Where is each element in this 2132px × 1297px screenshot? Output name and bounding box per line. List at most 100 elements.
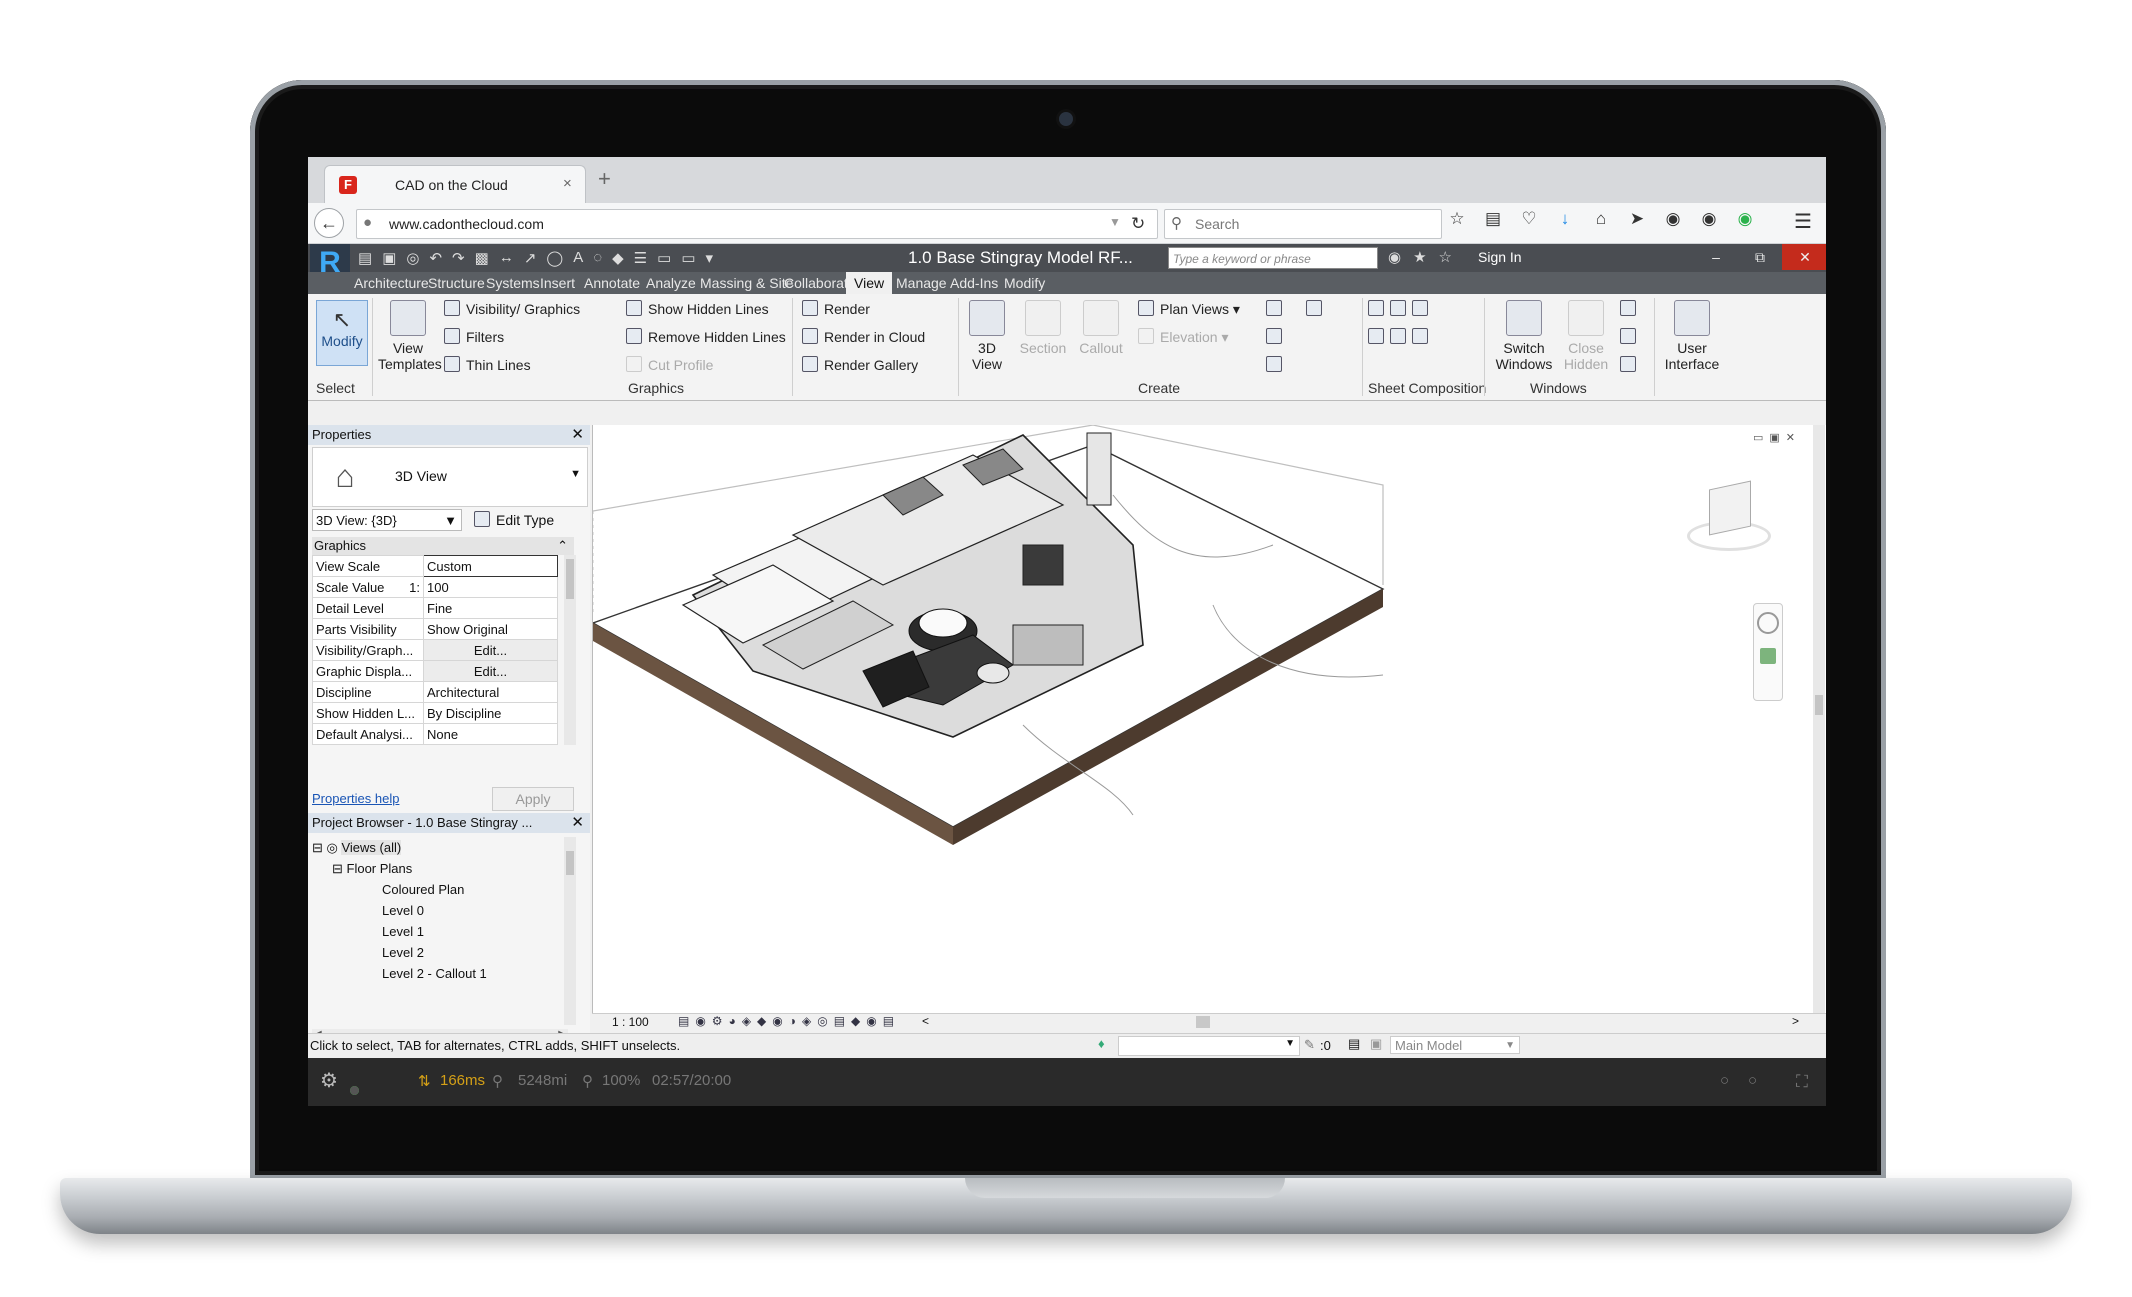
editable-icon[interactable]: ✎ [1304, 1037, 1315, 1053]
scroll-thumb[interactable] [566, 851, 574, 875]
switch-windows-button[interactable]: Switch Windows [1492, 300, 1556, 372]
steering-wheel-icon[interactable] [1757, 612, 1779, 634]
tab-add-ins[interactable]: Add-Ins [950, 275, 998, 291]
navigation-bar[interactable] [1753, 603, 1783, 701]
parts-visibility-value[interactable]: Show Original [423, 618, 558, 640]
duplicate-view-icon[interactable] [1266, 328, 1288, 345]
replicate-icon[interactable] [1620, 300, 1642, 317]
render-button[interactable]: Render [802, 300, 870, 317]
switch-windows-icon[interactable]: ▭ [681, 249, 695, 267]
main-model-selector[interactable]: Main Model ▼ [1390, 1036, 1520, 1054]
new-tab-button[interactable]: + [598, 168, 611, 190]
tab-annotate[interactable]: Annotate [584, 275, 640, 291]
type-dropdown-icon[interactable]: ▼ [570, 468, 581, 480]
scroll-right-icon[interactable]: > [1792, 1014, 1799, 1028]
legends-icon[interactable] [1306, 300, 1328, 317]
open-icon[interactable]: ▤ [358, 249, 372, 267]
hscroll-thumb[interactable] [1196, 1016, 1210, 1028]
view-control-icons[interactable]: ▤◉⚙◕◈◆◉◑◈◎▤◆◉▤ [678, 1014, 900, 1028]
keyword-search-input[interactable]: Type a keyword or phrase [1168, 247, 1378, 269]
list-item[interactable]: Level 2 [312, 942, 572, 963]
send-icon[interactable]: ➤ [1626, 209, 1648, 229]
viewcube[interactable] [1687, 480, 1771, 551]
chat-icon[interactable]: ◉ [1698, 209, 1720, 229]
collapse-icon[interactable]: ⌃ [557, 537, 568, 555]
user-icon[interactable]: ○ [1748, 1072, 1757, 1089]
tab-modify[interactable]: Modify [1004, 275, 1045, 291]
tab-structure[interactable]: Structure [428, 275, 485, 291]
elevation-button[interactable]: Elevation ▾ [1138, 328, 1229, 346]
default-analysis-value[interactable]: None [423, 723, 558, 745]
callout-button[interactable]: Callout [1074, 300, 1128, 356]
drafting-view-icon[interactable] [1266, 300, 1288, 317]
sign-in-button[interactable]: Sign In [1478, 249, 1522, 265]
qat-dropdown-icon[interactable]: ▾ [706, 249, 714, 267]
filter-icon[interactable]: ▤ [1348, 1036, 1360, 1052]
favorites-icon[interactable]: ☆ [1439, 248, 1452, 266]
url-bar[interactable]: ● www.cadonthecloud.com ▼ ↻ [356, 209, 1158, 239]
viewport-window-controls[interactable]: ▭▣✕ [1753, 431, 1801, 444]
restore-icon[interactable]: ⧉ [1738, 244, 1782, 270]
view-templates-button[interactable]: View Templates [378, 300, 442, 372]
3d-viewport[interactable]: ▭▣✕ [592, 425, 1826, 1031]
menu-icon[interactable]: ☰ [1794, 209, 1812, 234]
gear-icon[interactable]: ⚙ [320, 1068, 338, 1093]
sync-icon[interactable]: ◉ [1662, 209, 1684, 229]
cascade-icon[interactable] [1620, 328, 1642, 345]
edit-visibility-button[interactable]: Edit... [423, 639, 558, 661]
scroll-thumb[interactable] [566, 559, 574, 599]
cut-profile-button[interactable]: Cut Profile [626, 356, 713, 373]
user-interface-button[interactable]: User Interface [1660, 300, 1724, 372]
scroll-left-icon[interactable]: < [922, 1014, 929, 1028]
workset-selector[interactable]: ▼ [1118, 1036, 1300, 1056]
discipline-value[interactable]: Architectural [423, 681, 558, 703]
tab-analyze[interactable]: Analyze [646, 275, 696, 291]
remove-hidden-lines-button[interactable]: Remove Hidden Lines [626, 328, 786, 345]
scale-value[interactable]: 100 [423, 576, 558, 598]
section-button[interactable]: Section [1016, 300, 1070, 356]
save-icon[interactable]: ▣ [382, 249, 396, 267]
star-icon[interactable]: ☆ [1446, 209, 1468, 229]
url-dropdown-icon[interactable]: ▼ [1109, 215, 1121, 229]
zoom-icon[interactable] [1760, 648, 1776, 664]
tab-insert[interactable]: Insert [540, 275, 575, 291]
list-item[interactable]: Level 1 [312, 921, 572, 942]
edit-type-button[interactable]: Edit Type [474, 511, 554, 528]
apply-button[interactable]: Apply [492, 787, 574, 811]
worksets-icon[interactable]: ♦ [1098, 1036, 1105, 1051]
tag-icon[interactable]: ◯ [546, 249, 563, 267]
modify-button[interactable]: ↖ Modify [316, 300, 368, 366]
sheet-icon[interactable] [1368, 300, 1434, 317]
render-gallery-button[interactable]: Render Gallery [802, 356, 918, 373]
subscription-icon[interactable]: ★ [1413, 248, 1426, 266]
close-hidden-button[interactable]: Close Hidden [1560, 300, 1612, 372]
guide-grid-icon[interactable] [1368, 328, 1434, 345]
list-item[interactable]: Coloured Plan [312, 879, 572, 900]
minimize-icon[interactable]: – [1694, 244, 1738, 270]
view-instance-selector[interactable]: 3D View: {3D} ▼ [312, 509, 462, 531]
visibility-graphics-button[interactable]: Visibility/ Graphics [444, 300, 580, 317]
default-3d-icon[interactable]: ◌ [593, 249, 602, 267]
list-item[interactable]: ⊟ Floor Plans [312, 858, 572, 879]
fullscreen-icon[interactable]: ⛶ [1796, 1072, 1808, 1092]
download-icon[interactable]: ↓ [1554, 209, 1576, 229]
viewport-vscroll[interactable] [1813, 425, 1825, 1013]
reload-icon[interactable]: ↻ [1131, 214, 1145, 234]
plan-views-button[interactable]: Plan Views ▾ [1138, 300, 1240, 318]
tab-systems[interactable]: Systems [486, 275, 540, 291]
list-item[interactable]: Level 0 [312, 900, 572, 921]
measure-icon[interactable]: ↔ [499, 249, 514, 267]
search-input[interactable]: ⚲ Search [1164, 209, 1442, 239]
browser-scrollbar[interactable] [564, 837, 576, 1025]
fullscreen-options-icon[interactable]: ○ [1720, 1072, 1729, 1089]
properties-scrollbar[interactable] [564, 555, 576, 745]
thin-lines-icon[interactable]: ☰ [634, 249, 647, 267]
filters-button[interactable]: Filters [444, 328, 504, 345]
3d-view-button[interactable]: 3D View [964, 300, 1010, 372]
show-hidden-lines-button[interactable]: Show Hidden Lines [626, 300, 769, 317]
home-icon[interactable]: ⌂ [1590, 209, 1612, 229]
tab-massing-site[interactable]: Massing & Site [700, 275, 793, 291]
section-icon[interactable]: ◆ [612, 249, 624, 267]
thin-lines-button[interactable]: Thin Lines [444, 356, 531, 373]
edit-graphic-display-button[interactable]: Edit... [423, 660, 558, 682]
